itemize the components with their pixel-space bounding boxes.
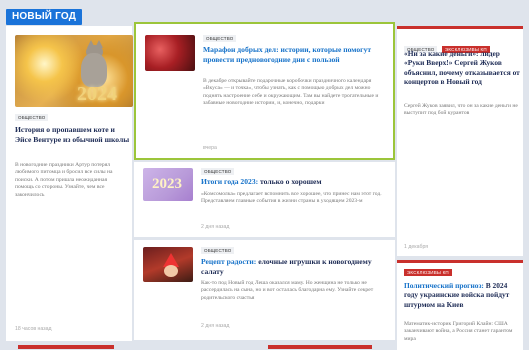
card-time: 1 декабря: [404, 244, 429, 250]
card-excerpt: Математик-историк Григорий Клайн: США за…: [404, 321, 513, 342]
card-title[interactable]: «Ни за какие деньги»: лидер «Руки Вверх!…: [404, 49, 522, 87]
card-time: 2 дня назад: [201, 224, 230, 230]
card-image-santa[interactable]: [143, 247, 193, 282]
card-title[interactable]: История о пропавшем коте и Эйсе Вентуре …: [15, 125, 130, 144]
news-card-cat[interactable]: 2024 Общество История о пропавшем коте и…: [6, 26, 133, 341]
card-excerpt: Как-то под Новый год Леша оказался маму.…: [201, 280, 374, 301]
news-card-joy-recipe[interactable]: Общество Рецепт радости: елочные игрушки…: [134, 240, 395, 340]
next-row-divider: [268, 345, 372, 349]
news-card-political-forecast[interactable]: Эксклюзивы КП Политический прогноз: В 20…: [397, 260, 523, 350]
title-accent: Политический прогноз:: [404, 281, 484, 290]
card-title[interactable]: Политический прогноз: В 2024 году украин…: [404, 281, 522, 309]
image-text-2023: 2023: [152, 176, 182, 192]
card-tag-exclusive[interactable]: Эксклюзивы КП: [404, 269, 452, 276]
card-time: 18 часов назад: [15, 326, 52, 332]
card-image-2023[interactable]: 2023: [143, 168, 193, 201]
cat-body: [81, 53, 107, 87]
card-excerpt: В декабре открывайте подарочные коробочк…: [203, 78, 379, 107]
card-tag[interactable]: Общество: [203, 35, 237, 42]
title-accent: Итоги года 2023:: [201, 177, 259, 186]
title-accent: Рецепт радости:: [201, 257, 257, 266]
card-excerpt: В новогодние праздники Артур потерял люб…: [15, 162, 113, 198]
card-time: вчера: [203, 145, 217, 151]
card-time: 2 дня назад: [201, 323, 230, 329]
section-badge[interactable]: НОВЫЙ ГОД: [6, 9, 83, 25]
news-card-year-results[interactable]: 2023 Общество Итоги года 2023: только о …: [134, 162, 395, 237]
card-image-cat[interactable]: 2024: [15, 35, 133, 107]
card-excerpt: Сергей Жуков заявил, что он за какие ден…: [404, 103, 518, 117]
card-tag[interactable]: Общество: [201, 168, 235, 175]
card-tag[interactable]: Общество: [201, 247, 235, 254]
next-row-divider: [18, 345, 114, 349]
card-tag[interactable]: Общество: [15, 114, 49, 121]
title-rest: только о хорошем: [258, 177, 322, 186]
card-image-gifts[interactable]: [145, 35, 195, 71]
card-title[interactable]: Рецепт радости: елочные игрушки к нового…: [201, 257, 386, 276]
image-text-2024: 2024: [77, 83, 117, 105]
card-title[interactable]: Марафон добрых дел: истории, которые пом…: [203, 45, 388, 64]
card-excerpt: «Комсомолка» предлагает вспомнить все хо…: [201, 191, 382, 205]
news-card-zhukov[interactable]: Общество Эксклюзивы КП «Ни за какие день…: [397, 26, 523, 256]
santa-face: [164, 265, 178, 277]
card-title[interactable]: Итоги года 2023: только о хорошем: [201, 177, 386, 187]
news-card-marathon[interactable]: Общество Марафон добрых дел: истории, ко…: [134, 22, 395, 160]
